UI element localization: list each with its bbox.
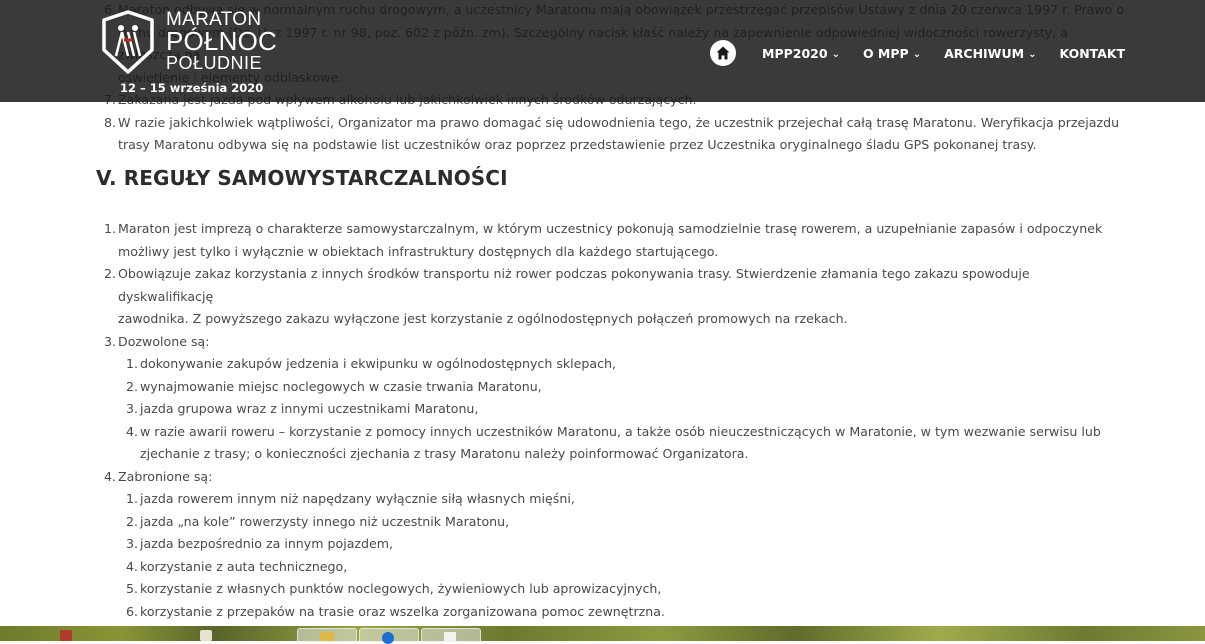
list-item-line: Obowiązuje zakaz korzystania z innych śr…: [118, 266, 1030, 304]
list-item-line: jazda „na kole” rowerzysty innego niż uc…: [140, 513, 510, 529]
list-item: 3. Dozwolone są: 1. dokonywanie zakupów jed…: [104, 331, 1128, 466]
nav-item-archiwum[interactable]: ARCHIWUM ⌄: [944, 46, 1036, 61]
taskbar: [0, 626, 1205, 644]
list-item-number: 1.: [126, 491, 139, 506]
list-item: 4. Zabronione są: 1. jazda rowerem innym ni…: [104, 466, 1128, 624]
logo-emblem-icon: [102, 10, 154, 74]
folder-icon: [320, 632, 334, 641]
nav-item-label: KONTAKT: [1059, 45, 1126, 61]
list-item: 5. korzystanie z własnych punktów noclego…: [126, 578, 1128, 601]
list-item-line: W razie jakichkolwiek wątpliwości, Organ…: [118, 114, 1120, 130]
list-item-line: korzystanie z auta technicznego,: [140, 558, 348, 574]
list-item: 8. W razie jakichkolwiek wątpliwości, Org…: [104, 112, 1128, 157]
list-item-number: 8.: [104, 114, 117, 130]
site-logo[interactable]: MARATON PÓŁNOC POŁUDNIE 12 – 15 września…: [96, 8, 286, 95]
list-item: 4. w razie awarii roweru – korzystanie z …: [126, 421, 1128, 466]
main-nav: MPP2020 ⌄ O MPP ⌄ ARCHIWUM ⌄ KONTAKT: [710, 40, 1125, 66]
self-sufficiency-rules-list: 1. Maraton jest imprezą o charakterze sam…: [104, 218, 1128, 624]
list-item-number: 3.: [126, 401, 139, 416]
list-item-line: zawodnika. Z powyższego zakazu wyłączone…: [118, 311, 848, 326]
sub-list: 1. dokonywanie zakupów jedzenia i ekwipun…: [118, 353, 1128, 466]
list-item: 2. jazda „na kole” rowerzysty innego niż …: [126, 511, 1128, 534]
list-item-number: 3.: [104, 333, 117, 349]
logo-line-3: POŁUDNIE: [166, 53, 263, 73]
logo-line-2: PÓŁNOC: [166, 26, 278, 56]
nav-item-label: ARCHIWUM: [944, 45, 1025, 61]
nav-item-label: O MPP: [862, 45, 909, 61]
app-icon[interactable]: [200, 630, 212, 641]
list-item-number: 5.: [126, 581, 139, 596]
list-item: 3. jazda bezpośrednio za innym pojazdem,: [126, 533, 1128, 556]
nav-item-kontakt[interactable]: KONTAKT: [1059, 46, 1125, 61]
list-item: 1. Maraton jest imprezą o charakterze sam…: [104, 218, 1128, 263]
list-item-number: 6.: [126, 603, 139, 619]
list-item-line: jazda grupowa wraz z innymi uczestnikami…: [140, 401, 479, 416]
list-item: 2. wynajmowanie miejsc noclegowych w czas…: [126, 376, 1128, 399]
list-item: 6. korzystanie z przepaków na trasie oraz…: [126, 601, 1128, 624]
app-icon: [444, 632, 456, 641]
list-item-line: zjechanie z trasy; o konieczności zjecha…: [140, 446, 749, 461]
list-item-number: 1.: [104, 221, 117, 236]
list-item: 1. dokonywanie zakupów jedzenia i ekwipun…: [126, 353, 1128, 376]
taskbar-button[interactable]: [359, 628, 419, 644]
browser-icon: [382, 632, 394, 644]
list-item-line: dokonywanie zakupów jedzenia i ekwipunku…: [140, 356, 617, 371]
list-item-line: jazda rowerem innym niż napędzany wyłącz…: [140, 491, 575, 506]
list-item: 3. jazda grupowa wraz z innymi uczestnika…: [126, 398, 1128, 421]
sub-list: 1. jazda rowerem innym niż napędzany wyłą…: [118, 488, 1128, 623]
list-item-line: Zabronione są:: [118, 468, 213, 484]
list-item-line: jazda bezpośrednio za innym pojazdem,: [140, 536, 394, 551]
list-item: 4. korzystanie z auta technicznego,: [126, 556, 1128, 579]
section-heading: V. REGUŁY SAMOWYSTARCZALNOŚCI: [96, 166, 508, 190]
event-dates: 12 – 15 września 2020: [120, 81, 264, 95]
list-item-line: Dozwolone są:: [118, 333, 210, 349]
taskbar-button[interactable]: [297, 628, 357, 642]
list-item-number: 2.: [126, 378, 139, 394]
nav-item-mpp2020[interactable]: MPP2020 ⌄: [762, 46, 840, 61]
list-item-number: 4.: [126, 423, 139, 439]
list-item-line: wynajmowanie miejsc noclegowych w czasie…: [140, 378, 542, 394]
list-item-number: 1.: [126, 356, 139, 371]
chevron-down-icon: ⌄: [1028, 48, 1037, 60]
list-item-number: 2.: [126, 513, 139, 529]
list-item-number: 2.: [104, 266, 117, 281]
chevron-down-icon: ⌄: [912, 48, 922, 60]
list-item: 1. jazda rowerem innym niż napędzany wyłą…: [126, 488, 1128, 511]
list-item-number: 4.: [104, 468, 117, 484]
app-icon[interactable]: [60, 630, 72, 641]
site-header: MARATON PÓŁNOC POŁUDNIE 12 – 15 września…: [0, 0, 1205, 102]
taskbar-button[interactable]: [421, 628, 481, 642]
list-item-line: korzystanie z własnych punktów noclegowy…: [140, 581, 662, 596]
list-item-line: w razie awarii roweru – korzystanie z po…: [140, 423, 1101, 439]
nav-item-o-mpp[interactable]: O MPP ⌄: [863, 46, 921, 61]
home-button[interactable]: [710, 40, 736, 66]
list-item-number: 3.: [126, 536, 139, 551]
list-item-line: możliwy jest tylko i wyłącznie w obiekta…: [118, 243, 719, 259]
list-item-number: 4.: [126, 558, 139, 574]
list-item-line: trasy Maratonu odbywa się na podstawie l…: [118, 137, 1037, 152]
chevron-down-icon: ⌄: [831, 48, 840, 60]
nav-item-label: MPP2020: [762, 45, 828, 61]
list-item-line: Maraton jest imprezą o charakterze samow…: [118, 221, 1103, 236]
home-icon: [716, 46, 730, 60]
list-item: 2. Obowiązuje zakaz korzystania z innych …: [104, 263, 1128, 331]
list-item-line: korzystanie z przepaków na trasie oraz w…: [140, 603, 665, 619]
